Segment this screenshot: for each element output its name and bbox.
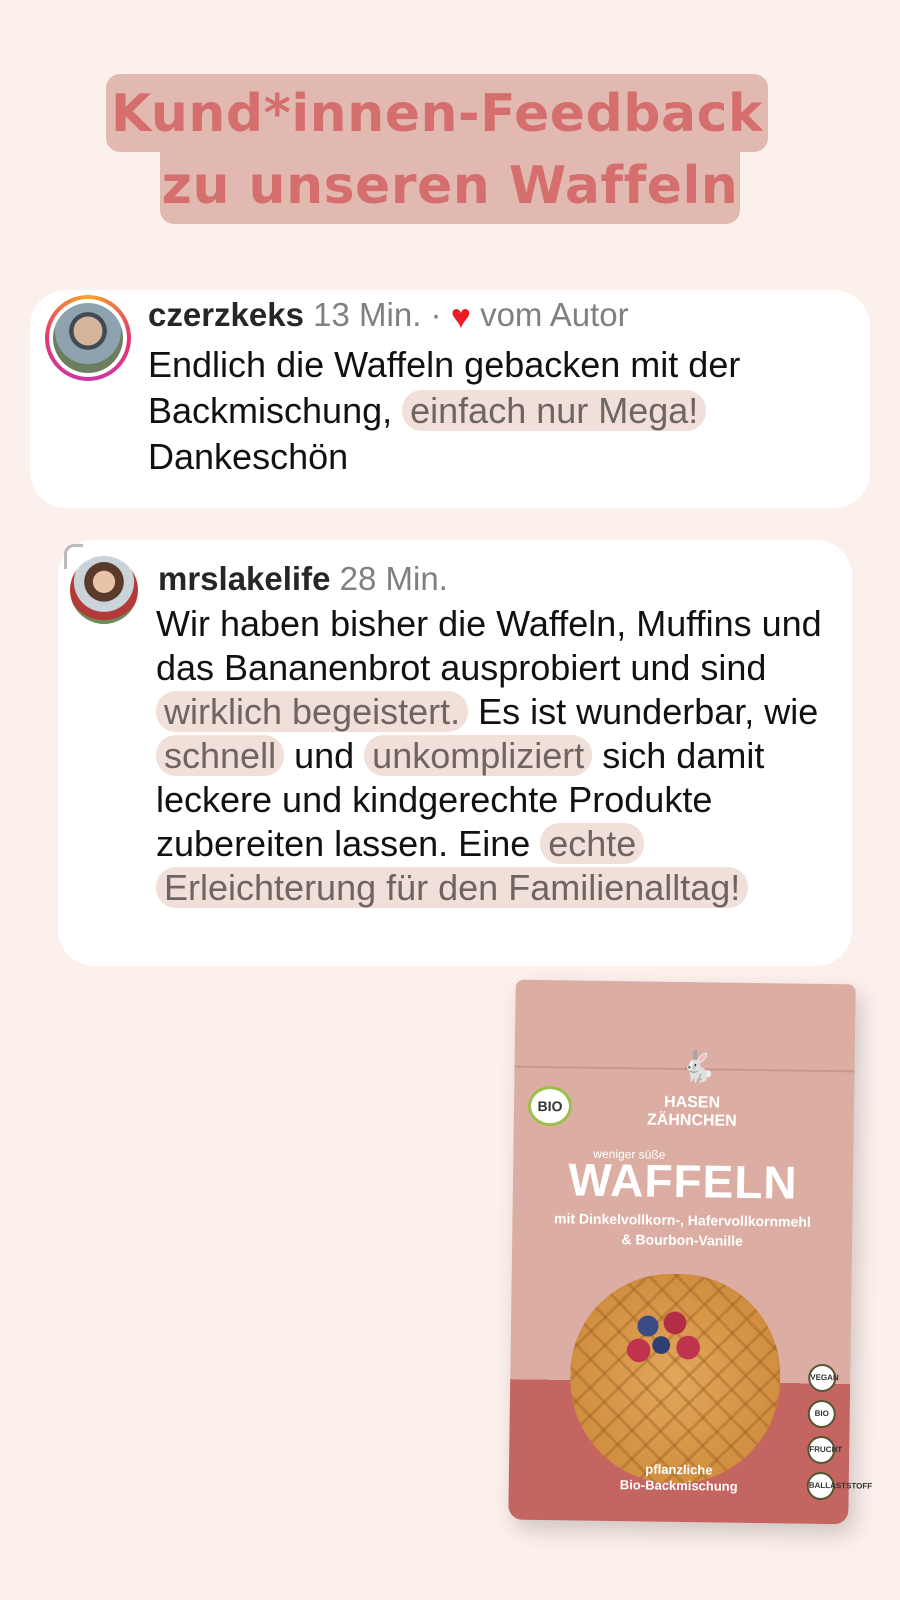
comment-username[interactable]: mrslakelife bbox=[158, 560, 330, 597]
brand-line-2: ZÄHNCHEN bbox=[646, 1111, 737, 1130]
avatar[interactable] bbox=[70, 556, 138, 624]
bio-badge: BIO bbox=[527, 1085, 573, 1127]
vegan-icon: VEGAN bbox=[808, 1363, 839, 1393]
heart-icon: ♥ bbox=[450, 298, 471, 336]
title-line-1: Kund*innen-Feedback bbox=[106, 74, 768, 152]
highlighted-phrase: unkompliziert bbox=[364, 735, 593, 776]
comment-text-part: Es ist wunderbar, wie bbox=[478, 691, 819, 732]
comment-time: 28 Min. bbox=[339, 560, 448, 597]
liked-by-author: vom Autor bbox=[480, 296, 629, 333]
brand-line-1: HASEN bbox=[663, 1093, 721, 1112]
avatar bbox=[53, 303, 123, 373]
product-description: mit Dinkelvollkorn-, Hafervollkornmehl &… bbox=[522, 1208, 843, 1252]
comment-text-part: Wir haben bisher die Waffeln, Muffins un… bbox=[156, 603, 822, 688]
comment-meta: mrslakelife 28 Min. bbox=[158, 560, 448, 598]
product-package-image: BIO 🐇 HASEN ZÄHNCHEN weniger süße WAFFEL… bbox=[508, 979, 872, 1525]
bunny-icon: 🐇 bbox=[678, 1050, 717, 1085]
comment-time: 13 Min. bbox=[313, 296, 422, 333]
avatar-story-ring[interactable] bbox=[45, 295, 131, 381]
comment-text: Endlich die Waffeln gebacken mit der Bac… bbox=[148, 342, 848, 480]
comment-username[interactable]: czerzkeks bbox=[148, 296, 304, 333]
product-footer: pflanzliche Bio-Backmischung bbox=[509, 1460, 849, 1497]
highlighted-phrase: wirklich begeistert. bbox=[156, 691, 469, 732]
avatar-frame bbox=[49, 299, 127, 377]
footer-line-2: Bio-Backmischung bbox=[619, 1477, 738, 1494]
comment-text-part: und bbox=[294, 735, 355, 776]
comment-text-part: Dankeschön bbox=[148, 436, 349, 477]
bio-icon: BIO bbox=[807, 1399, 836, 1429]
comment-card-2: mrslakelife 28 Min. Wir haben bisher die… bbox=[58, 540, 852, 966]
highlighted-phrase: einfach nur Mega! bbox=[402, 390, 707, 431]
highlighted-phrase: schnell bbox=[156, 735, 285, 776]
berries-image bbox=[620, 1301, 712, 1373]
fruit-icon: FRUCHT bbox=[807, 1435, 842, 1465]
title-line-2: zu unseren Waffeln bbox=[160, 146, 740, 224]
meta-separator: · bbox=[430, 296, 442, 333]
comment-text: Wir haben bisher die Waffeln, Muffins un… bbox=[156, 602, 846, 910]
product-name: WAFFELN bbox=[567, 1153, 798, 1209]
comment-card-1: czerzkeks 13 Min. · ♥ vom Autor Endlich … bbox=[30, 290, 870, 508]
brand-logo: HASEN ZÄHNCHEN bbox=[632, 1093, 752, 1131]
comment-meta: czerzkeks 13 Min. · ♥ vom Autor bbox=[148, 296, 629, 337]
